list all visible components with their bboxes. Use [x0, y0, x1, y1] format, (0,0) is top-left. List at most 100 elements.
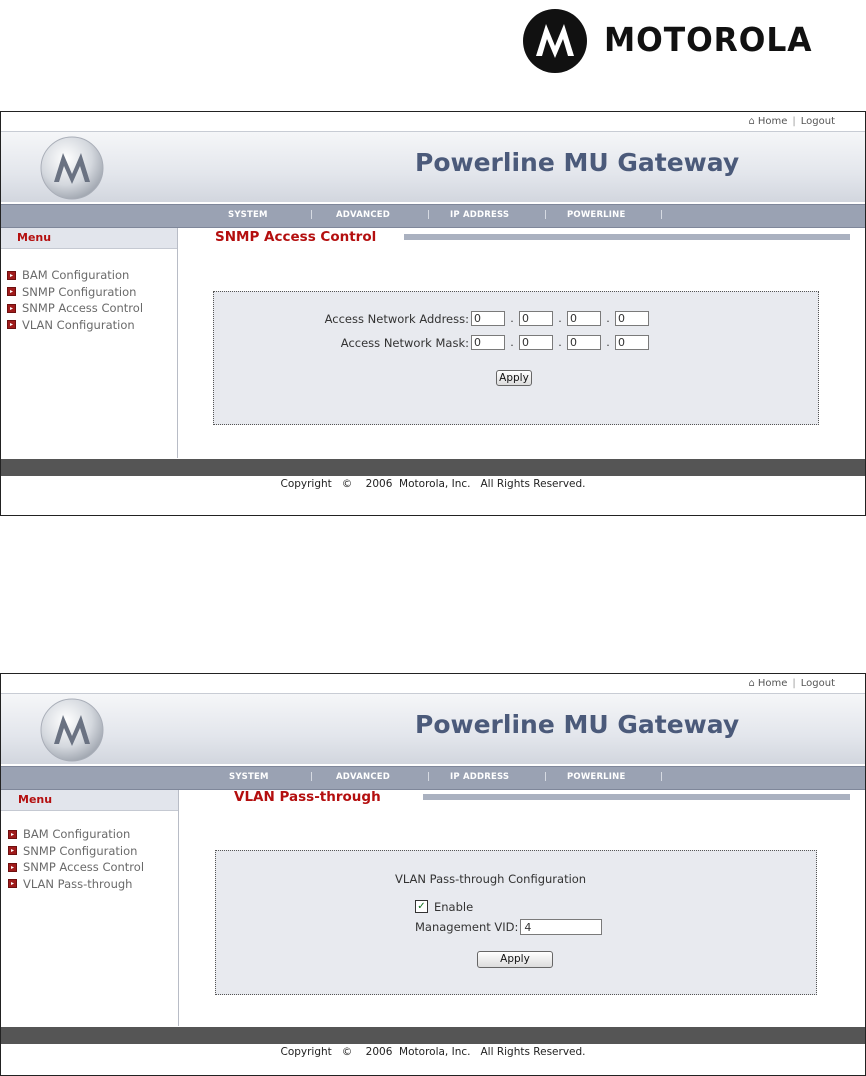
logout-link[interactable]: Logout — [801, 678, 835, 689]
access-network-mask-label: Access Network Mask: — [340, 335, 469, 350]
tab-advanced[interactable]: ADVANCED — [336, 772, 390, 782]
checkbox-checked-icon: ✓ — [417, 901, 426, 912]
top-nav-separator: | — [792, 116, 796, 127]
sidebar-item-label: SNMP Configuration — [22, 284, 137, 299]
octet-separator: . — [606, 312, 610, 325]
screen-vlan-pass-through: ⌂ Home | Logout Powerline MU Gateway SYSTEM… — [0, 673, 866, 1076]
sidebar-item-snmp-configuration[interactable]: ▸ SNMP Configuration — [7, 284, 143, 301]
sidebar-item-label: VLAN Pass-through — [23, 876, 133, 891]
vlan-config-heading: VLAN Pass-through Configuration — [395, 872, 587, 886]
management-vid-label: Management VID: — [415, 920, 519, 934]
address-octet-2-input[interactable] — [519, 311, 553, 326]
tab-separator: | — [660, 772, 664, 782]
page-title: VLAN Pass-through — [234, 789, 381, 805]
footer-bar — [1, 459, 865, 476]
app-title: Powerline MU Gateway — [415, 148, 740, 177]
mask-octet-4-input[interactable] — [615, 335, 649, 350]
tab-separator: | — [544, 210, 548, 220]
sidebar-item-label: VLAN Configuration — [22, 317, 135, 332]
sidebar-item-snmp-access-control[interactable]: ▸ SNMP Access Control — [7, 300, 143, 317]
menu-bullet-icon: ▸ — [7, 320, 16, 330]
header-banner: Powerline MU Gateway — [1, 693, 865, 764]
sidebar-item-label: SNMP Access Control — [22, 301, 144, 316]
sidebar-item-snmp-access-control[interactable]: ▸ SNMP Access Control — [8, 859, 144, 876]
mask-octet-3-input[interactable] — [567, 335, 601, 350]
sidebar-item-label: SNMP Access Control — [23, 860, 145, 875]
motorola-logo-icon — [40, 136, 104, 200]
page-title: SNMP Access Control — [215, 229, 377, 245]
sidebar-divider — [177, 228, 178, 458]
sidebar-menu: ▸ BAM Configuration ▸ SNMP Configuration ▸… — [8, 826, 144, 892]
footer-bar — [1, 1027, 865, 1044]
main-tab-bar: SYSTEM | ADVANCED | IP ADDRESS | POWERLI… — [1, 204, 865, 228]
sidebar-item-vlan-pass-through[interactable]: ▸ VLAN Pass-through — [8, 876, 144, 893]
motorola-brand-logo: MOTOROLA — [514, 8, 866, 73]
copyright-text: Copyright © 2006 Motorola, Inc. All Righ… — [280, 1046, 586, 1058]
screen-snmp-access-control: ⌂ Home | Logout Powerline MU Gateway SYSTEM… — [0, 111, 866, 516]
sidebar-divider — [178, 790, 179, 1026]
tab-separator: | — [427, 210, 431, 220]
enable-checkbox[interactable]: ✓ — [415, 900, 428, 913]
sidebar-menu: ▸ BAM Configuration ▸ SNMP Configuration ▸… — [7, 267, 143, 333]
octet-separator: . — [510, 312, 514, 325]
menu-bullet-icon: ▸ — [8, 829, 17, 839]
menu-header: Menu — [1, 228, 177, 249]
menu-bullet-icon: ▸ — [8, 879, 17, 889]
management-vid-row: Management VID: — [415, 919, 603, 935]
top-nav: ⌂ Home | Logout — [748, 678, 835, 689]
menu-bullet-icon: ▸ — [8, 862, 17, 872]
tab-system[interactable]: SYSTEM — [228, 210, 268, 220]
octet-separator: . — [510, 336, 514, 349]
tab-powerline[interactable]: POWERLINE — [567, 772, 625, 782]
menu-bullet-icon: ▸ — [7, 303, 16, 313]
access-network-mask-row: Access Network Mask: . . . — [341, 335, 649, 350]
tab-separator: | — [544, 772, 548, 782]
address-octet-4-input[interactable] — [615, 311, 649, 326]
home-icon[interactable]: ⌂ — [748, 678, 754, 689]
copyright-text: Copyright © 2006 Motorola, Inc. All Righ… — [280, 478, 586, 490]
sidebar-item-snmp-configuration[interactable]: ▸ SNMP Configuration — [8, 843, 144, 860]
tab-advanced[interactable]: ADVANCED — [336, 210, 390, 220]
title-rule — [423, 794, 850, 800]
motorola-logo-icon — [40, 698, 104, 762]
sidebar-item-bam-configuration[interactable]: ▸ BAM Configuration — [8, 826, 144, 843]
access-network-address-label: Access Network Address: — [324, 311, 469, 326]
menu-heading: Menu — [18, 793, 53, 806]
sidebar-item-label: SNMP Configuration — [23, 843, 138, 858]
top-nav: ⌂ Home | Logout — [748, 116, 835, 127]
management-vid-input[interactable] — [520, 919, 603, 935]
tab-powerline[interactable]: POWERLINE — [567, 210, 625, 220]
octet-separator: . — [606, 336, 610, 349]
sidebar-item-label: BAM Configuration — [22, 268, 130, 283]
menu-bullet-icon: ▸ — [7, 287, 16, 297]
access-network-address-row: Access Network Address: . . . — [325, 311, 649, 326]
logout-link[interactable]: Logout — [801, 116, 835, 127]
enable-label: Enable — [434, 900, 474, 914]
address-octet-1-input[interactable] — [471, 311, 505, 326]
home-link[interactable]: Home — [758, 116, 788, 127]
title-rule — [404, 234, 850, 240]
menu-bullet-icon: ▸ — [7, 270, 16, 280]
home-icon[interactable]: ⌂ — [748, 116, 754, 127]
octet-separator: . — [558, 336, 562, 349]
tab-separator: | — [427, 772, 431, 782]
apply-button[interactable]: Apply — [496, 370, 532, 386]
address-octet-3-input[interactable] — [567, 311, 601, 326]
apply-button[interactable]: Apply — [477, 951, 553, 968]
sidebar-item-bam-configuration[interactable]: ▸ BAM Configuration — [7, 267, 143, 284]
app-title: Powerline MU Gateway — [415, 710, 740, 739]
menu-bullet-icon: ▸ — [8, 846, 17, 856]
tab-ip-address[interactable]: IP ADDRESS — [450, 772, 509, 782]
brand-wordmark: MOTOROLA — [604, 20, 813, 59]
tab-ip-address[interactable]: IP ADDRESS — [450, 210, 509, 220]
tab-separator: | — [310, 772, 314, 782]
menu-header: Menu — [1, 790, 178, 811]
home-link[interactable]: Home — [758, 678, 788, 689]
top-nav-separator: | — [792, 678, 796, 689]
tab-system[interactable]: SYSTEM — [229, 772, 269, 782]
sidebar-item-vlan-configuration[interactable]: ▸ VLAN Configuration — [7, 317, 143, 334]
mask-octet-2-input[interactable] — [519, 335, 553, 350]
tab-separator: | — [660, 210, 664, 220]
menu-heading: Menu — [17, 231, 52, 244]
mask-octet-1-input[interactable] — [471, 335, 505, 350]
